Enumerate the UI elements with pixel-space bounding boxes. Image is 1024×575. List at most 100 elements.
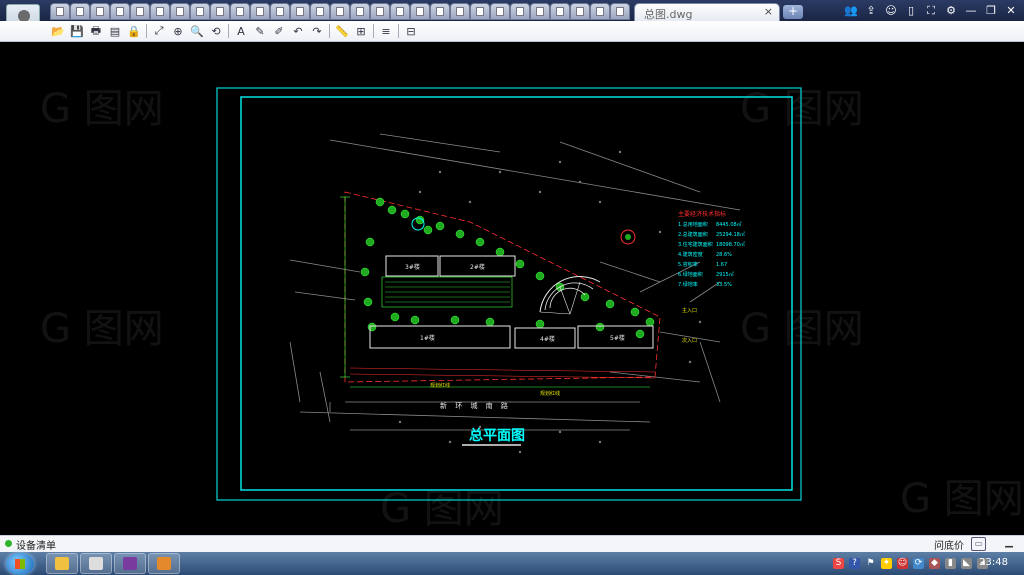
indicator-name: 4.建筑密度: [678, 251, 703, 258]
ask-price-link[interactable]: 问底价: [934, 537, 964, 552]
svg-text:规划红线: 规划红线: [540, 390, 560, 397]
file-tab[interactable]: [590, 3, 610, 20]
flag-icon[interactable]: ⚑: [865, 558, 876, 569]
file-tab[interactable]: [50, 3, 70, 20]
fullscreen-icon[interactable]: ⛶: [924, 4, 938, 18]
zoom-extents-icon[interactable]: ⤢: [151, 23, 167, 39]
text-icon[interactable]: A: [233, 23, 249, 39]
file-tab[interactable]: [370, 3, 390, 20]
file-tab[interactable]: [250, 3, 270, 20]
building-label: 5#楼: [610, 334, 625, 342]
indicator-value: 8445.08㎡: [716, 221, 742, 228]
contact-icon[interactable]: [80, 553, 112, 574]
file-tab[interactable]: [470, 3, 490, 20]
file-tab[interactable]: [130, 3, 150, 20]
qq-icon[interactable]: ✦: [881, 558, 892, 569]
file-tab[interactable]: [150, 3, 170, 20]
print-icon[interactable]: 🖶: [88, 23, 104, 39]
file-tab[interactable]: [310, 3, 330, 20]
file-tab[interactable]: [70, 3, 90, 20]
share-icon[interactable]: ⇪: [864, 4, 878, 18]
user-tray-icon[interactable]: ☺: [897, 558, 908, 569]
chat-icon[interactable]: ▭: [971, 537, 986, 551]
file-tab[interactable]: [270, 3, 290, 20]
properties-icon[interactable]: ⊟: [403, 23, 419, 39]
file-tab[interactable]: [170, 3, 190, 20]
file-tab[interactable]: [210, 3, 230, 20]
file-icon: [356, 7, 364, 16]
svg-text:G 图网: G 图网: [40, 306, 164, 352]
file-tab[interactable]: [390, 3, 410, 20]
network-icon[interactable]: ◣: [961, 558, 972, 569]
cad-viewer-icon[interactable]: [148, 553, 180, 574]
sync-icon[interactable]: ⟳: [913, 558, 924, 569]
measure-icon[interactable]: 📏: [334, 23, 350, 39]
explorer-icon[interactable]: [46, 553, 78, 574]
status-text[interactable]: 设备清单: [16, 537, 56, 552]
tab-active-drawing[interactable]: 总图.dwg ×: [634, 3, 780, 21]
toolbar-separator: [146, 24, 147, 38]
file-tab[interactable]: [530, 3, 550, 20]
indicator-value: 28.6%: [716, 252, 732, 258]
sougou-icon[interactable]: S: [833, 558, 844, 569]
file-tab[interactable]: [190, 3, 210, 20]
undo-icon[interactable]: ↶: [290, 23, 306, 39]
file-tab[interactable]: [490, 3, 510, 20]
layers-icon[interactable]: ≡: [378, 23, 394, 39]
system-tray: S? ⚑ ✦ ☺ ⟳ ◆ ▮ ◣ ◂: [833, 555, 988, 572]
zoom-previous-icon[interactable]: ⟲: [208, 23, 224, 39]
file-icon: [116, 7, 124, 16]
lock-icon[interactable]: 🔒: [126, 23, 142, 39]
file-tab[interactable]: [410, 3, 430, 20]
file-icon: [96, 7, 104, 16]
file-tab[interactable]: [330, 3, 350, 20]
file-icon: [596, 7, 604, 16]
export-pdf-icon[interactable]: ▤: [107, 23, 123, 39]
file-tab[interactable]: [290, 3, 310, 20]
books-icon[interactable]: [114, 553, 146, 574]
indicator-table: 主要经济技术指标 1.总用地面积 8445.08㎡ 2.总建筑面积 25294.18㎡…: [678, 210, 745, 288]
redo-icon[interactable]: ↷: [309, 23, 325, 39]
file-tab[interactable]: [550, 3, 570, 20]
new-tab-button[interactable]: +: [783, 5, 803, 19]
minimize-icon[interactable]: —: [964, 4, 978, 18]
file-icon: [296, 7, 304, 16]
restore-icon[interactable]: ❐: [984, 4, 998, 18]
collapse-icon[interactable]: ▁: [1002, 537, 1016, 550]
file-tab[interactable]: [90, 3, 110, 20]
mobile-icon[interactable]: ▯: [904, 4, 918, 18]
drawing-canvas[interactable]: G 图网 G 图网 G 图网 G 图网 G 图网 G 图网 3#楼 2#楼 1#…: [0, 42, 1024, 534]
close-icon[interactable]: ✕: [1004, 4, 1018, 18]
file-tab[interactable]: [350, 3, 370, 20]
file-icon: [316, 7, 324, 16]
lawn-hatch: [385, 281, 510, 303]
settings-icon[interactable]: ⚙: [944, 4, 958, 18]
clock[interactable]: 23:48: [979, 557, 1008, 568]
zoom-window-icon[interactable]: ⊕: [170, 23, 186, 39]
chat-icon[interactable]: ☺: [884, 4, 898, 18]
save-icon[interactable]: 💾: [69, 23, 85, 39]
game-icon[interactable]: ◆: [929, 558, 940, 569]
close-tab-icon[interactable]: ×: [764, 5, 773, 18]
taskbar: S? ⚑ ✦ ☺ ⟳ ◆ ▮ ◣ ◂ 23:48: [0, 552, 1024, 575]
file-icon: [176, 7, 184, 16]
dimension-icon[interactable]: ⊞: [353, 23, 369, 39]
file-tab[interactable]: [610, 3, 630, 20]
zoom-realtime-icon[interactable]: 🔍: [189, 23, 205, 39]
users-icon[interactable]: 👥: [844, 4, 858, 18]
open-icon[interactable]: 📂: [50, 23, 66, 39]
file-tab[interactable]: [430, 3, 450, 20]
start-button[interactable]: [6, 553, 34, 575]
fence-line: [349, 367, 656, 379]
pen-icon[interactable]: ✎: [252, 23, 268, 39]
svg-text:G 图网: G 图网: [900, 476, 1024, 522]
eraser-icon[interactable]: ✐: [271, 23, 287, 39]
file-tab[interactable]: [110, 3, 130, 20]
file-tab[interactable]: [230, 3, 250, 20]
help-tray-icon[interactable]: ?: [849, 558, 860, 569]
file-icon: [196, 7, 204, 16]
file-tab[interactable]: [570, 3, 590, 20]
file-tab[interactable]: [450, 3, 470, 20]
battery-icon[interactable]: ▮: [945, 558, 956, 569]
file-tab[interactable]: [510, 3, 530, 20]
